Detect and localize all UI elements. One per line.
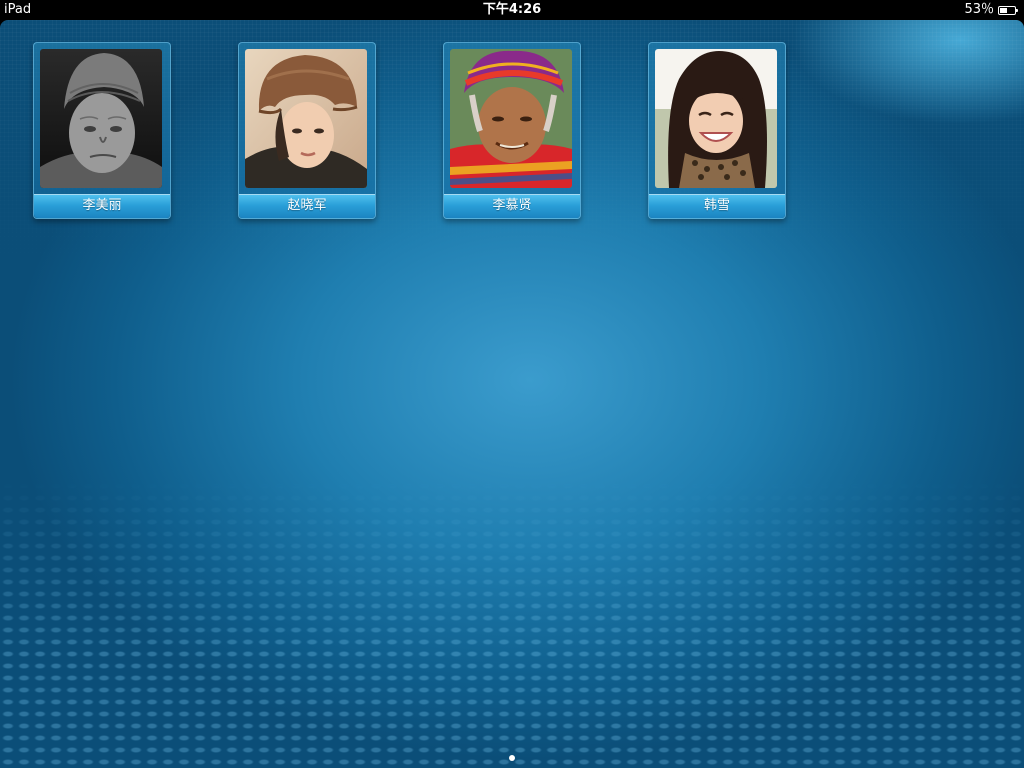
page-dot-active[interactable] <box>509 755 515 761</box>
contact-card-2[interactable]: 赵晓军 <box>238 42 376 219</box>
portrait-young-woman-fur-hat-icon <box>245 49 367 188</box>
contact-name: 李慕贤 <box>444 194 580 218</box>
clock: 下午4:26 <box>482 2 542 17</box>
contact-card-1[interactable]: 李美丽 <box>33 42 171 219</box>
contact-name: 韩雪 <box>649 194 785 218</box>
contact-card-3[interactable]: 李慕贤 <box>443 42 581 219</box>
battery-icon <box>998 5 1018 15</box>
portrait-smiling-young-woman-icon <box>655 49 777 188</box>
contact-card-4[interactable]: 韩雪 <box>648 42 786 219</box>
contact-name: 赵晓军 <box>239 194 375 218</box>
page-indicator[interactable] <box>0 755 1024 761</box>
battery-fill <box>1000 7 1007 13</box>
ipad-screen: iPad 下午4:26 53％ 李美丽 赵晓军 李慕贤 韩雪 <box>0 0 1024 768</box>
portrait-elderly-woman-bw-icon <box>40 49 162 188</box>
battery-percent: 53％ <box>964 2 994 17</box>
wallpaper-dot-pattern <box>0 480 1024 768</box>
portrait-elderly-woman-headscarf-icon <box>450 49 572 188</box>
status-bar: iPad 下午4:26 53％ <box>0 0 1024 20</box>
battery-status: 53％ <box>964 0 1018 20</box>
contact-name: 李美丽 <box>34 194 170 218</box>
